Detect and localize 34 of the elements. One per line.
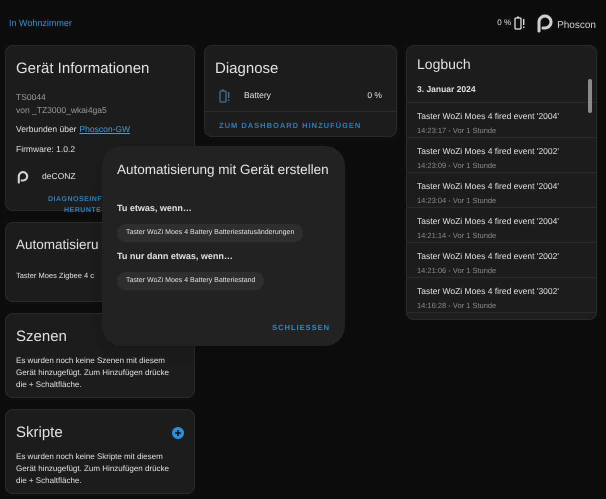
log-message: Taster WoZi Moes 4 fired event '3002' [417, 284, 560, 298]
card-title: Skripte [16, 423, 63, 443]
card-title: Diagnose [214, 59, 280, 79]
entity-name[interactable]: Battery [244, 89, 271, 102]
firmware-text: Firmware: 1.0.2 [16, 142, 76, 156]
log-message: Taster WoZi Moes 4 fired event '2004' [417, 180, 560, 192]
section-heading: Tu etwas, wenn… [117, 202, 192, 216]
battery-icon [514, 16, 526, 30]
dialog-title: Automatisierung mit Gerät erstellen [117, 161, 330, 179]
gateway-link[interactable]: Phoscon-GW [80, 123, 130, 136]
card-title: Logbuch [416, 55, 472, 74]
integration-icon [16, 170, 30, 184]
breadcrumb-link[interactable]: In Wohnzimmer [9, 17, 72, 31]
model-text: TS0044 [16, 90, 47, 104]
manufacturer-text: von _TZ3000_wkai4ga5 [16, 104, 108, 117]
card-title: Gerät Informationen [16, 59, 150, 79]
entity-reading: 0 % [367, 89, 382, 102]
battery-reading: 0 % [497, 16, 512, 28]
scrollbar-thumb[interactable] [588, 79, 592, 113]
integration-name: deCONZ [42, 170, 76, 183]
empty-scenes-text: Es wurden noch keine Szenen mit diesem Gerät hinzugefügt. Zum Hinzufügen drücke die + Schaltfläche. [16, 354, 170, 390]
add-icon[interactable] [172, 427, 184, 440]
battery-icon [219, 88, 231, 102]
log-message: Taster WoZi Moes 4 fired event '2004' [417, 214, 560, 228]
empty-scripts-text: Es wurden noch keine Skripte mit diesem Gerät hinzugefügt. Zum Hinzufügen drücke die + Schaltfläche. [16, 450, 170, 486]
log-message: Taster WoZi Moes 4 fired event '2002' [417, 144, 560, 158]
log-message: Taster WoZi Moes 4 fired event '2002' [417, 250, 560, 262]
connected-label: Verbunden über [16, 123, 76, 136]
log-message: Taster WoZi Moes 4 fired event '2004' [417, 110, 560, 122]
logo-icon [535, 12, 556, 32]
card-title: Automatisieru [16, 236, 99, 254]
brand-name: Phoscon [557, 19, 596, 33]
card-title: Szenen [16, 327, 68, 347]
section-heading: Tu nur dann etwas, wenn… [117, 250, 233, 264]
